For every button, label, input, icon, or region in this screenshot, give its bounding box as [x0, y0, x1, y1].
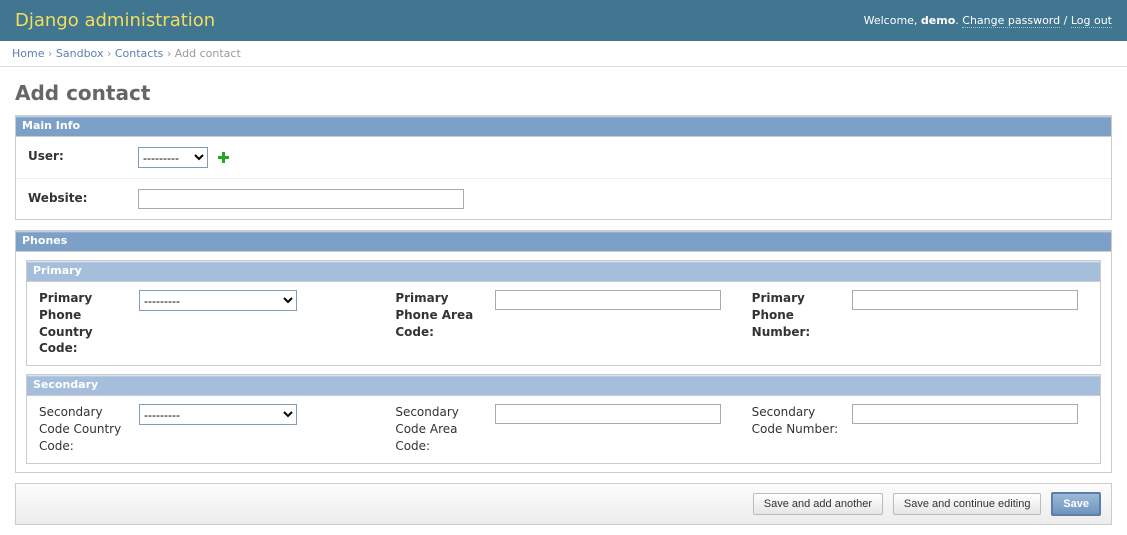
- fieldset-legend-primary: Primary: [27, 261, 1100, 282]
- breadcrumb-contacts[interactable]: Contacts: [115, 47, 164, 60]
- primary-number-label: Primary Phone Number:: [752, 290, 842, 340]
- user-label: User:: [28, 147, 138, 163]
- save-button[interactable]: [1051, 492, 1101, 516]
- fieldset-secondary: Secondary Secondary Code Country Code: -…: [26, 374, 1101, 463]
- add-user-icon[interactable]: [218, 152, 230, 164]
- site-title: Django administration: [15, 10, 215, 31]
- website-input[interactable]: [138, 189, 464, 209]
- change-password-link[interactable]: Change password: [962, 14, 1060, 28]
- user-select[interactable]: ---------: [138, 147, 208, 168]
- secondary-country-code-label: Secondary Code Country Code:: [39, 404, 129, 454]
- page-title: Add contact: [15, 81, 1112, 105]
- logout-link[interactable]: Log out: [1071, 14, 1112, 28]
- submit-row: [15, 483, 1112, 525]
- primary-number-input[interactable]: [852, 290, 1078, 310]
- primary-area-code-label: Primary Phone Area Code:: [395, 290, 485, 340]
- secondary-area-code-label: Secondary Code Area Code:: [395, 404, 485, 454]
- save-add-another-button[interactable]: [753, 493, 883, 515]
- header: Django administration Welcome, demo. Cha…: [0, 0, 1127, 41]
- fieldset-legend-main-info: Main Info: [16, 116, 1111, 137]
- fieldset-legend-phones: Phones: [16, 231, 1111, 252]
- welcome-text: Welcome,: [864, 14, 921, 27]
- breadcrumb-current: Add contact: [175, 47, 241, 60]
- user-tools: Welcome, demo. Change password / Log out: [864, 14, 1112, 27]
- secondary-country-code-select[interactable]: ---------: [139, 404, 297, 425]
- primary-area-code-input[interactable]: [495, 290, 721, 310]
- secondary-area-code-input[interactable]: [495, 404, 721, 424]
- breadcrumb-home[interactable]: Home: [12, 47, 44, 60]
- fieldset-primary: Primary Primary Phone Country Code: ----…: [26, 260, 1101, 366]
- breadcrumb-sandbox[interactable]: Sandbox: [56, 47, 104, 60]
- fieldset-legend-secondary: Secondary: [27, 375, 1100, 396]
- website-label: Website:: [28, 189, 138, 205]
- primary-country-code-select[interactable]: ---------: [139, 290, 297, 311]
- save-continue-button[interactable]: [893, 493, 1042, 515]
- fieldset-phones: Phones Primary Primary Phone Country Cod…: [15, 230, 1112, 473]
- secondary-number-label: Secondary Code Number:: [752, 404, 842, 438]
- secondary-number-input[interactable]: [852, 404, 1078, 424]
- fieldset-main-info: Main Info User: --------- Website:: [15, 115, 1112, 220]
- primary-country-code-label: Primary Phone Country Code:: [39, 290, 129, 357]
- username: demo: [921, 14, 955, 27]
- breadcrumb: Home › Sandbox › Contacts › Add contact: [0, 41, 1127, 67]
